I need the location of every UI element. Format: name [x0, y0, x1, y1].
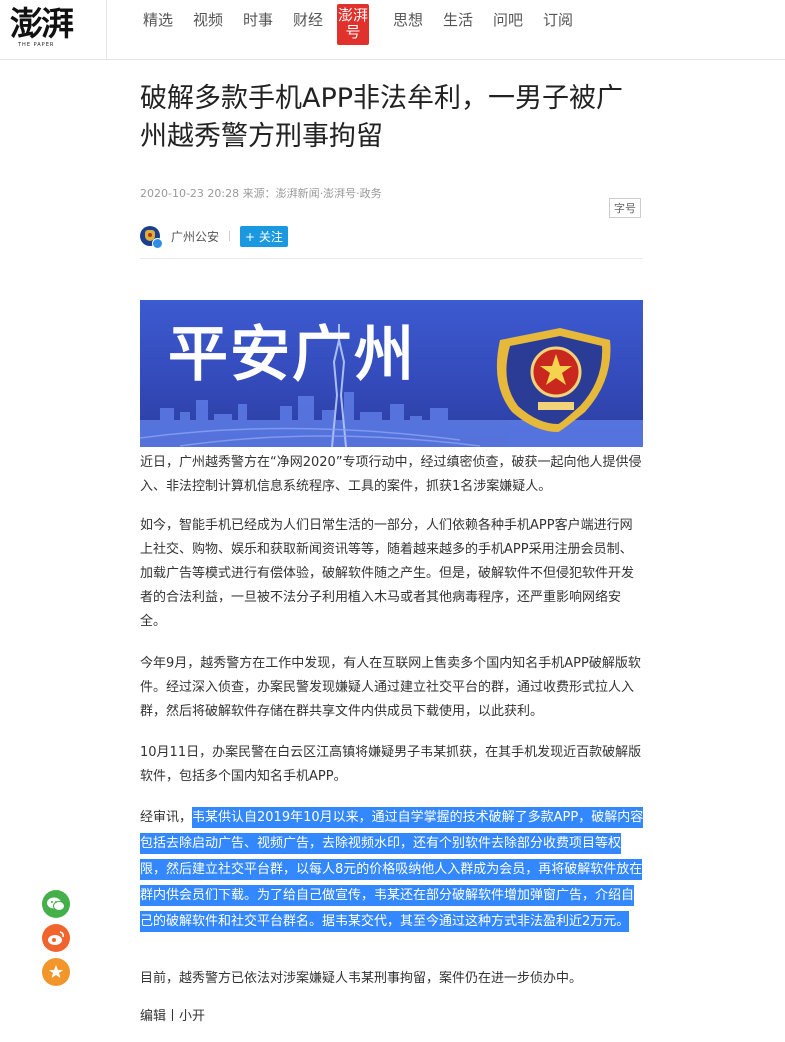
article-meta: 2020-10-23 20:28 来源：澎湃新闻·澎湃号·政务	[140, 187, 382, 200]
paragraph-5-selected-text[interactable]: 韦某供认自2019年10月以来，通过自学掌握的技术破解了多款APP，破解内容包括…	[140, 807, 644, 932]
header-divider	[140, 258, 643, 259]
logo-separator	[106, 0, 107, 59]
paragraph-1: 近日，广州越秀警方在“净网2020”专项行动中，经过缜密侦查，破获一起向他人提供…	[140, 455, 642, 494]
banner-title: 平安广州	[168, 320, 416, 390]
favorite-button[interactable]	[42, 958, 70, 986]
font-size-button[interactable]: 字号	[609, 198, 641, 218]
nav-item-finance[interactable]: 财经	[293, 12, 323, 29]
paragraph-5: 经审讯，韦某供认自2019年10月以来，通过自学掌握的技术破解了多款APP，破解…	[140, 805, 645, 935]
nav-item-thought[interactable]: 思想	[393, 12, 423, 29]
nav-item-pengpaihao[interactable]: 澎湃号	[337, 4, 369, 45]
top-navigation-bar: 澎湃 THE PAPER 精选 视频 时事 财经 澎湃号 思想 生活 问吧 订阅	[0, 0, 785, 60]
editor-credit: 编辑丨小开	[140, 1009, 206, 1024]
nav-item-subscribe[interactable]: 订阅	[543, 12, 573, 29]
site-logo[interactable]: 澎湃 THE PAPER	[10, 2, 100, 54]
wechat-icon	[47, 897, 65, 911]
logo-english-text: THE PAPER	[18, 42, 55, 48]
share-weibo-button[interactable]	[42, 924, 70, 952]
article-title: 破解多款手机APP非法牟利，一男子被广州越秀警方刑事拘留	[140, 83, 624, 152]
nav-item-life[interactable]: 生活	[443, 12, 473, 29]
star-icon	[49, 965, 63, 978]
follow-button[interactable]: + 关注	[240, 226, 288, 247]
weibo-icon	[48, 931, 64, 945]
nav-item-video[interactable]: 视频	[193, 12, 223, 29]
nav-item-ask[interactable]: 问吧	[493, 12, 523, 29]
paragraph-5-prefix: 经审讯，	[140, 810, 193, 825]
badge-emblem-dot	[148, 233, 152, 237]
share-wechat-button[interactable]	[42, 890, 70, 918]
verified-icon	[152, 238, 163, 249]
paragraph-6: 目前，越秀警方已依法对涉案嫌疑人韦某刑事拘留，案件仍在进一步侦办中。	[140, 971, 583, 986]
nav-item-news[interactable]: 时事	[243, 12, 273, 29]
author-separator	[229, 231, 230, 241]
article-banner-image: 平安广州	[140, 300, 643, 447]
logo-chinese-text: 澎湃	[10, 4, 74, 43]
author-name[interactable]: 广州公安	[171, 228, 219, 245]
paragraph-2: 如今，智能手机已经成为人们日常生活的一部分，人们依赖各种手机APP客户端进行网上…	[140, 518, 635, 629]
police-emblem-icon	[496, 328, 611, 432]
nav-item-featured[interactable]: 精选	[143, 12, 173, 29]
paragraph-4: 10月11日，办案民警在白云区江高镇将嫌疑男子韦某抓获，在其手机发现近百款破解版…	[140, 745, 642, 784]
paragraph-3: 今年9月，越秀警方在工作中发现，有人在互联网上售卖多个国内知名手机APP破解版软…	[140, 656, 641, 719]
